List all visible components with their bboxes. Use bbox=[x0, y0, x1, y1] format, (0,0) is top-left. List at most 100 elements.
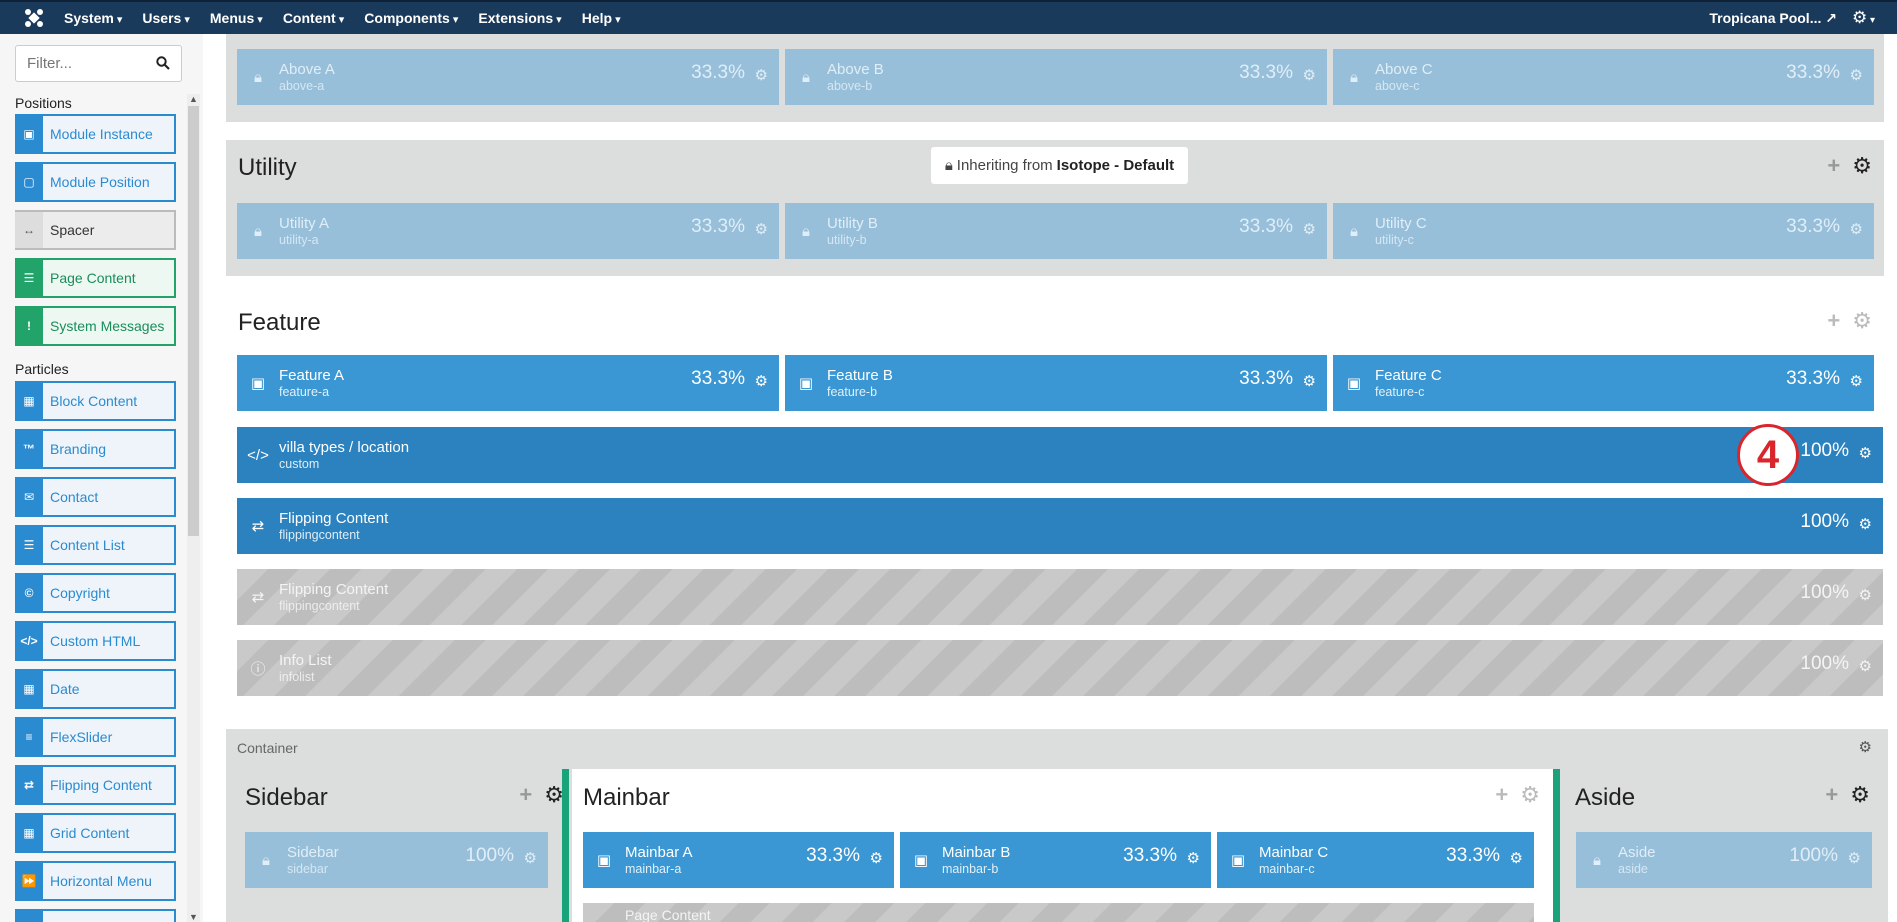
block-settings-cog-icon[interactable]: ⚙ bbox=[870, 849, 883, 867]
block-settings-cog-icon[interactable]: ⚙ bbox=[1303, 372, 1316, 390]
code-icon: </> bbox=[15, 623, 43, 659]
lock-icon: 🔒︎ bbox=[1593, 851, 1601, 869]
particle-copyright[interactable]: © Copyright bbox=[15, 573, 176, 613]
block-settings-cog-icon[interactable]: ⚙ bbox=[755, 66, 768, 84]
block-feature-a[interactable]: ▣ Feature Afeature-a 33.3% ⚙ bbox=[237, 355, 779, 411]
section-settings-cog-icon[interactable]: ⚙ bbox=[1852, 153, 1872, 179]
column-settings-cog-icon[interactable]: ⚙ bbox=[1850, 782, 1870, 808]
menu-system[interactable]: System bbox=[64, 10, 122, 26]
particle-date[interactable]: ▦ Date bbox=[15, 669, 176, 709]
block-above-b[interactable]: 🔒︎ Above Babove-b 33.3% ⚙ bbox=[785, 49, 1327, 105]
block-mainbar-c[interactable]: ▣ Mainbar Cmainbar-c 33.3% ⚙ bbox=[1217, 832, 1534, 888]
menu-extensions[interactable]: Extensions bbox=[478, 10, 561, 26]
position-page-content[interactable]: ☰ Page Content bbox=[15, 258, 176, 298]
block-info-list-disabled[interactable]: ⓘ Info List infolist 100% ⚙ bbox=[237, 640, 1883, 696]
particle-block-content[interactable]: ▦ Block Content bbox=[15, 381, 176, 421]
block-settings-cog-icon[interactable]: ⚙ bbox=[1303, 220, 1316, 238]
add-row-plus-icon[interactable]: + bbox=[1825, 782, 1838, 808]
particle-next-partial[interactable] bbox=[15, 909, 176, 922]
container-settings-cog-icon[interactable]: ⚙ bbox=[1859, 738, 1872, 756]
add-row-plus-icon[interactable]: + bbox=[519, 782, 532, 808]
particle-contact[interactable]: ✉ Contact bbox=[15, 477, 176, 517]
search-icon[interactable] bbox=[156, 56, 170, 75]
block-mainbar-b[interactable]: ▣ Mainbar Bmainbar-b 33.3% ⚙ bbox=[900, 832, 1211, 888]
block-settings-cog-icon[interactable]: ⚙ bbox=[1510, 849, 1523, 867]
inheritance-notice: 🔒︎ Inheriting from Isotope - Default bbox=[931, 147, 1188, 184]
column-divider[interactable] bbox=[562, 769, 569, 922]
particles-sidebar: Positions ▣Module Instance ▢Module Posit… bbox=[0, 34, 203, 922]
particle-horizontal-menu[interactable]: ⏩ Horizontal Menu bbox=[15, 861, 176, 901]
scroll-down-icon[interactable]: ▼ bbox=[189, 912, 198, 922]
module-position-icon: ▣ bbox=[1230, 852, 1246, 869]
block-settings-cog-icon[interactable]: ⚙ bbox=[1848, 849, 1861, 867]
position-spacer[interactable]: ↔ Spacer bbox=[15, 210, 176, 250]
block-flipping-content[interactable]: ⇄ Flipping Content flippingcontent 100% ⚙ bbox=[237, 498, 1883, 554]
position-module-position[interactable]: ▢ Module Position bbox=[15, 162, 176, 202]
annotation-step-badge: 4 bbox=[1737, 424, 1799, 486]
block-settings-cog-icon[interactable]: ⚙ bbox=[1303, 66, 1316, 84]
section-feature: Feature + ⚙ ▣ Feature Afeature-a 33.3% ⚙… bbox=[226, 292, 1884, 706]
filter-input[interactable] bbox=[16, 46, 146, 81]
particle-flipping-content[interactable]: ⇄ Flipping Content bbox=[15, 765, 176, 805]
block-settings-cog-icon[interactable]: ⚙ bbox=[755, 372, 768, 390]
site-name-link[interactable]: Tropicana Pool... ↗ bbox=[1709, 10, 1837, 27]
utility-actions: + ⚙ bbox=[1827, 153, 1872, 179]
menu-content[interactable]: Content bbox=[283, 10, 344, 26]
joomla-logo-icon[interactable] bbox=[22, 6, 46, 30]
block-settings-cog-icon[interactable]: ⚙ bbox=[1187, 849, 1200, 867]
block-utility-c[interactable]: 🔒︎ Utility Cutility-c 33.3% ⚙ bbox=[1333, 203, 1874, 259]
particles-heading: Particles bbox=[15, 361, 69, 377]
particle-flexslider[interactable]: ≡ FlexSlider bbox=[15, 717, 176, 757]
block-aside[interactable]: 🔒︎ Aside aside 100% ⚙ bbox=[1576, 832, 1872, 888]
particle-branding[interactable]: ™ Branding bbox=[15, 429, 176, 469]
block-above-a[interactable]: 🔒︎ Above Aabove-a 33.3% ⚙ bbox=[237, 49, 779, 105]
block-settings-cog-icon[interactable]: ⚙ bbox=[1859, 586, 1872, 604]
code-icon: </> bbox=[247, 446, 269, 464]
menu-components[interactable]: Components bbox=[364, 10, 458, 26]
menu-users[interactable]: Users bbox=[142, 10, 190, 26]
sidebar-scrollbar[interactable]: ▲ ▼ bbox=[187, 94, 200, 922]
particle-custom-html[interactable]: </> Custom HTML bbox=[15, 621, 176, 661]
block-villa-types-location[interactable]: </> villa types / location custom 100% ⚙ bbox=[237, 427, 1883, 483]
module-position-icon: ▢ bbox=[15, 164, 43, 200]
grid-icon: ▦ bbox=[15, 815, 43, 851]
block-settings-cog-icon[interactable]: ⚙ bbox=[1850, 372, 1863, 390]
block-mainbar-a[interactable]: ▣ Mainbar Amainbar-a 33.3% ⚙ bbox=[583, 832, 894, 888]
particle-grid-content[interactable]: ▦ Grid Content bbox=[15, 813, 176, 853]
block-page-content-partial[interactable]: Page Content bbox=[583, 903, 1534, 922]
block-settings-cog-icon[interactable]: ⚙ bbox=[1859, 515, 1872, 533]
block-utility-a[interactable]: 🔒︎ Utility Autility-a 33.3% ⚙ bbox=[237, 203, 779, 259]
block-settings-cog-icon[interactable]: ⚙ bbox=[755, 220, 768, 238]
block-settings-cog-icon[interactable]: ⚙ bbox=[1859, 657, 1872, 675]
particle-content-list[interactable]: ☰ Content List bbox=[15, 525, 176, 565]
add-row-plus-icon[interactable]: + bbox=[1495, 782, 1508, 808]
user-settings-gear-icon[interactable]: ⚙ bbox=[1852, 8, 1875, 28]
mainbar-title: Mainbar bbox=[583, 784, 670, 811]
position-module-instance[interactable]: ▣ Module Instance bbox=[15, 114, 176, 154]
block-feature-c[interactable]: ▣ Feature Cfeature-c 33.3% ⚙ bbox=[1333, 355, 1874, 411]
block-settings-cog-icon[interactable]: ⚙ bbox=[1850, 66, 1863, 84]
add-row-plus-icon[interactable]: + bbox=[1827, 308, 1840, 334]
spacer-arrows-icon: ↔ bbox=[15, 212, 43, 248]
feature-title: Feature bbox=[238, 309, 321, 336]
lock-icon: 🔒︎ bbox=[802, 222, 810, 240]
section-above: 🔒︎ Above Aabove-a 33.3% ⚙ 🔒︎ Above Babov… bbox=[226, 34, 1884, 122]
block-feature-b[interactable]: ▣ Feature Bfeature-b 33.3% ⚙ bbox=[785, 355, 1327, 411]
block-settings-cog-icon[interactable]: ⚙ bbox=[524, 849, 537, 867]
block-sidebar[interactable]: 🔒︎ Sidebar sidebar 100% ⚙ bbox=[245, 832, 548, 888]
column-settings-cog-icon[interactable]: ⚙ bbox=[1520, 782, 1540, 808]
section-settings-cog-icon[interactable]: ⚙ bbox=[1852, 308, 1872, 334]
block-settings-cog-icon[interactable]: ⚙ bbox=[1850, 220, 1863, 238]
menu-help[interactable]: Help bbox=[582, 10, 621, 26]
block-utility-b[interactable]: 🔒︎ Utility Butility-b 33.3% ⚙ bbox=[785, 203, 1327, 259]
block-settings-cog-icon[interactable]: ⚙ bbox=[1859, 444, 1872, 462]
add-row-plus-icon[interactable]: + bbox=[1827, 153, 1840, 179]
block-flipping-content-disabled[interactable]: ⇄ Flipping Content flippingcontent 100% ⚙ bbox=[237, 569, 1883, 625]
scroll-up-icon[interactable]: ▲ bbox=[189, 94, 198, 104]
block-above-c[interactable]: 🔒︎ Above Cabove-c 33.3% ⚙ bbox=[1333, 49, 1874, 105]
scrollbar-thumb[interactable] bbox=[188, 106, 199, 536]
menu-menus[interactable]: Menus bbox=[210, 10, 263, 26]
column-divider[interactable] bbox=[1553, 769, 1560, 922]
envelope-icon: ✉ bbox=[15, 479, 43, 515]
position-system-messages[interactable]: ! System Messages bbox=[15, 306, 176, 346]
